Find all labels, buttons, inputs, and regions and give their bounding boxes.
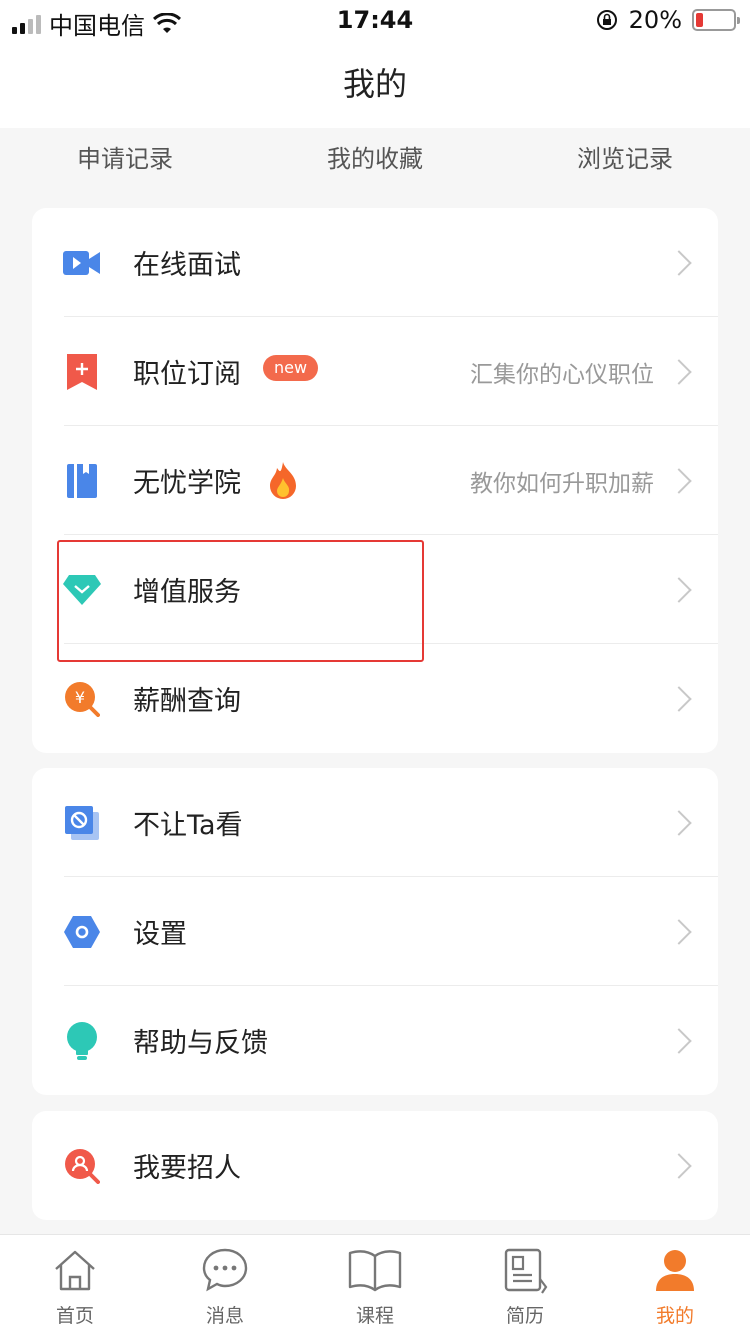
chevron-right-icon [666, 358, 692, 385]
battery-fill [696, 13, 703, 27]
menu-item-label: 薪酬查询 [133, 686, 241, 717]
chevron-right-icon [666, 467, 692, 494]
chevron-right-icon [666, 249, 692, 276]
menu-item-job-subscription[interactable]: 职位订阅 new 汇集你的心仪职位 [32, 317, 718, 426]
status-bar: 中国电信 17:44 20% [0, 0, 750, 40]
status-right: 20% [595, 6, 740, 34]
quick-link-favorites[interactable]: 我的收藏 [250, 128, 500, 198]
menu-item-label: 设置 [133, 919, 187, 950]
nav-bar: 我的 [0, 40, 750, 128]
menu-card-account: 不让Ta看 设置 帮助与反馈 [32, 768, 718, 1095]
block-icon [62, 803, 102, 843]
page-title: 我的 [342, 65, 407, 103]
menu-item-block[interactable]: 不让Ta看 [32, 768, 718, 877]
menu-item-help-feedback[interactable]: 帮助与反馈 [32, 986, 718, 1095]
chevron-right-icon [666, 1152, 692, 1179]
tab-bar: 首页 消息 课程 简历 我的 [0, 1234, 750, 1334]
menu-card-services: 在线面试 职位订阅 new 汇集你的心仪职位 无忧学院 教你如何升职加薪 增值服… [32, 208, 718, 753]
orientation-lock-icon [596, 10, 617, 30]
menu-item-label: 我要招人 [133, 1153, 241, 1184]
resume-icon [504, 1248, 548, 1294]
book-icon [62, 461, 102, 501]
tab-courses[interactable]: 课程 [300, 1235, 450, 1334]
open-book-icon [348, 1250, 402, 1292]
tab-label: 简历 [505, 1305, 544, 1327]
fire-icon [268, 462, 298, 504]
chevron-right-icon [666, 576, 692, 603]
quick-link-applications[interactable]: 申请记录 [0, 128, 250, 198]
menu-item-label: 在线面试 [133, 250, 241, 281]
menu-item-settings[interactable]: 设置 [32, 877, 718, 986]
chevron-right-icon [666, 685, 692, 712]
tab-home[interactable]: 首页 [0, 1235, 150, 1334]
highlight-box [57, 540, 424, 662]
menu-item-label: 帮助与反馈 [133, 1028, 268, 1059]
salary-search-icon: ¥ [62, 679, 102, 719]
chevron-right-icon [666, 809, 692, 836]
tab-messages[interactable]: 消息 [150, 1235, 300, 1334]
menu-item-hint: 教你如何升职加薪 [470, 470, 654, 497]
tab-label: 消息 [205, 1305, 244, 1327]
video-camera-icon [62, 243, 102, 283]
bookmark-add-icon [62, 352, 102, 392]
menu-item-label: 职位订阅 [133, 359, 241, 390]
chat-icon [202, 1248, 248, 1292]
quick-links: 申请记录 我的收藏 浏览记录 [0, 128, 750, 198]
tab-label: 首页 [55, 1305, 94, 1327]
menu-item-online-interview[interactable]: 在线面试 [32, 208, 718, 317]
tab-mine[interactable]: 我的 [600, 1235, 750, 1334]
recruit-person-icon [62, 1146, 102, 1186]
person-icon [656, 1250, 694, 1291]
menu-item-hint: 汇集你的心仪职位 [470, 361, 654, 388]
menu-item-label: 不让Ta看 [133, 810, 243, 841]
svg-text:¥: ¥ [75, 688, 85, 707]
menu-item-academy[interactable]: 无忧学院 教你如何升职加薪 [32, 426, 718, 535]
chevron-right-icon [666, 918, 692, 945]
tab-resume[interactable]: 简历 [450, 1235, 600, 1334]
new-badge: new [263, 355, 319, 381]
menu-card-recruit: 我要招人 [32, 1111, 718, 1220]
settings-hexagon-icon [62, 912, 102, 952]
battery-percent: 20% [628, 6, 682, 34]
quick-link-history[interactable]: 浏览记录 [500, 128, 750, 198]
menu-item-recruit[interactable]: 我要招人 [32, 1111, 718, 1220]
home-icon [55, 1250, 95, 1291]
tab-label: 我的 [655, 1305, 694, 1327]
battery-icon [692, 9, 740, 31]
chevron-right-icon [666, 1027, 692, 1054]
tab-label: 课程 [355, 1305, 394, 1327]
menu-item-label: 无忧学院 [133, 468, 241, 499]
lightbulb-icon [62, 1021, 102, 1061]
